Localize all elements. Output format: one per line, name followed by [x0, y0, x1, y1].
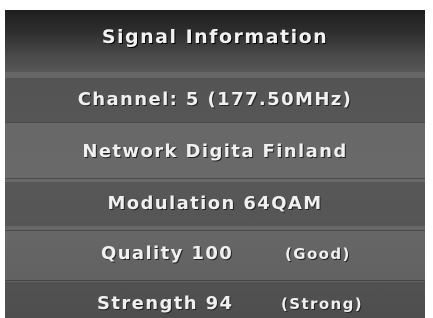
- row-divider: [5, 122, 425, 123]
- strength-row: Strength 94 (Strong): [5, 282, 425, 318]
- row-divider: [5, 178, 425, 179]
- quality-label: Quality 100: [101, 243, 234, 264]
- screen: Signal Information Channel: 5 (177.50MHz…: [0, 0, 433, 318]
- modulation-text: Modulation 64QAM: [107, 193, 323, 214]
- panel-title: Signal Information: [101, 26, 329, 48]
- title-bar: Signal Information: [5, 10, 425, 72]
- strength-label: Strength 94: [97, 293, 234, 314]
- strength-status: (Strong): [281, 295, 364, 313]
- quality-status: (Good): [285, 245, 351, 263]
- row-divider: [5, 230, 425, 231]
- network-text: Network Digita Finland: [82, 141, 348, 162]
- channel-row: Channel: 5 (177.50MHz): [5, 78, 425, 122]
- row-divider: [5, 280, 425, 281]
- quality-row: Quality 100 (Good): [5, 232, 425, 276]
- network-row: Network Digita Finland: [5, 130, 425, 174]
- signal-information-panel: Signal Information Channel: 5 (177.50MHz…: [5, 10, 425, 318]
- channel-text: Channel: 5 (177.50MHz): [77, 89, 353, 110]
- modulation-row: Modulation 64QAM: [5, 182, 425, 226]
